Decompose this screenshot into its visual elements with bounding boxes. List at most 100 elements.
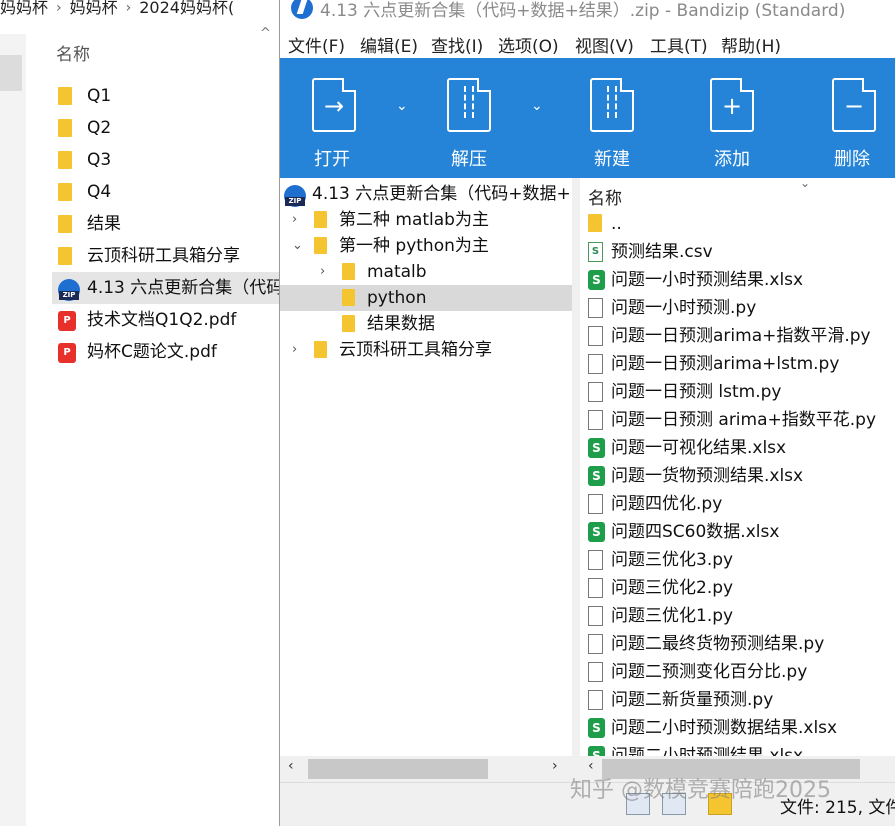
folder-icon bbox=[342, 263, 355, 280]
file-list-item[interactable]: 问题三优化2.py bbox=[580, 574, 895, 602]
open-button[interactable]: → 打开 ⌄ bbox=[300, 58, 410, 178]
file-list-item[interactable]: S 问题四SC60数据.xlsx bbox=[580, 518, 895, 546]
folder-icon bbox=[58, 87, 72, 105]
menu-help[interactable]: 帮助(H) bbox=[721, 32, 781, 57]
file-name-label: 问题二新货量预测.py bbox=[611, 690, 774, 710]
explorer-list-item[interactable]: Q3 bbox=[52, 144, 280, 176]
file-name-label: 问题一日预测arima+lstm.py bbox=[611, 354, 840, 374]
tree-node[interactable]: › 第二种 matlab为主 bbox=[280, 207, 572, 233]
column-header-name[interactable]: 名称 bbox=[56, 40, 90, 65]
tree-node[interactable]: › 云顶科研工具箱分享 bbox=[280, 337, 572, 363]
file-name-label: 问题二预测变化百分比.py bbox=[611, 662, 808, 682]
zip-archive-icon bbox=[284, 185, 306, 207]
explorer-list-item[interactable]: 云顶科研工具箱分享 bbox=[52, 240, 280, 272]
menu-find[interactable]: 查找(I) bbox=[431, 32, 483, 57]
breadcrumb-item[interactable]: 妈妈杯 bbox=[0, 0, 48, 16]
extract-button[interactable]: 解压 ⌄ bbox=[435, 58, 545, 178]
file-list-item[interactable]: S 问题一货物预测结果.xlsx bbox=[580, 462, 895, 490]
tree-node[interactable]: python bbox=[280, 285, 572, 311]
watermark-text: 知乎 @数模竞赛陪跑2025 bbox=[570, 778, 831, 803]
explorer-item-label: Q3 bbox=[87, 150, 112, 170]
file-list-item[interactable]: S 问题一可视化结果.xlsx bbox=[580, 434, 895, 462]
folder-icon bbox=[588, 214, 602, 232]
add-file-icon: + bbox=[710, 78, 754, 132]
file-name-label: 问题一小时预测.py bbox=[611, 298, 757, 318]
tree-node[interactable]: › matalb bbox=[280, 259, 572, 285]
explorer-list-item[interactable]: 结果 bbox=[52, 208, 280, 240]
folder-icon bbox=[314, 341, 327, 358]
chevron-right-icon[interactable]: › bbox=[292, 207, 297, 233]
add-button[interactable]: + 添加 bbox=[706, 58, 776, 178]
file-list-item[interactable]: 问题三优化3.py bbox=[580, 546, 895, 574]
menu-tools[interactable]: 工具(T) bbox=[650, 32, 708, 57]
scroll-right-icon[interactable]: › bbox=[552, 758, 558, 774]
file-list-item[interactable]: 问题一日预测arima+指数平滑.py bbox=[580, 322, 895, 350]
pdf-file-icon: P bbox=[58, 343, 76, 363]
file-list-item[interactable]: 问题二预测变化百分比.py bbox=[580, 658, 895, 686]
menu-options[interactable]: 选项(O) bbox=[498, 32, 559, 57]
explorer-list-item[interactable]: Q1 bbox=[52, 80, 280, 112]
title-bar[interactable]: 4.13 六点更新合集（代码+数据+结果）.zip - Bandizip (St… bbox=[280, 0, 895, 22]
folder-tree-pane: 4.13 六点更新合集（代码+数据+ › 第二种 matlab为主 ⌄ 第一种 pyth… bbox=[280, 178, 572, 760]
file-list-item[interactable]: 问题一日预测 lstm.py bbox=[580, 378, 895, 406]
breadcrumb-item[interactable]: 2024妈妈杯( bbox=[139, 0, 234, 16]
menu-edit[interactable]: 编辑(E) bbox=[360, 32, 418, 57]
tree-horizontal-scrollbar[interactable]: ‹ › bbox=[280, 756, 572, 782]
file-list-item[interactable]: 问题一日预测arima+lstm.py bbox=[580, 350, 895, 378]
new-archive-button[interactable]: 新建 bbox=[586, 58, 656, 178]
chevron-right-icon[interactable]: › bbox=[292, 337, 297, 363]
folder-icon bbox=[58, 247, 72, 265]
scroll-left-icon[interactable]: ‹ bbox=[288, 758, 294, 774]
file-list-item[interactable]: S 问题一小时预测结果.xlsx bbox=[580, 266, 895, 294]
file-list-item[interactable]: S 问题二小时预测数据结果.xlsx bbox=[580, 714, 895, 742]
list-column-header-name[interactable]: 名称 bbox=[588, 184, 622, 209]
file-list-item[interactable]: 问题三优化1.py bbox=[580, 602, 895, 630]
python-file-icon bbox=[588, 354, 603, 374]
excel-file-icon: S bbox=[588, 466, 605, 486]
file-list-item[interactable]: .. bbox=[580, 210, 895, 238]
chevron-right-icon: › bbox=[56, 0, 62, 16]
python-file-icon bbox=[588, 690, 603, 710]
file-name-label: 问题一日预测arima+指数平滑.py bbox=[611, 326, 871, 346]
delete-button[interactable]: − 删除 bbox=[828, 58, 895, 178]
tree-node[interactable]: 4.13 六点更新合集（代码+数据+ bbox=[280, 181, 572, 207]
tree-node-label: python bbox=[367, 288, 427, 308]
tree-node-label: 第一种 python为主 bbox=[339, 236, 489, 256]
navigation-selected-item[interactable] bbox=[0, 55, 22, 91]
file-list-item[interactable]: 问题一小时预测.py bbox=[580, 294, 895, 322]
scrollbar-thumb[interactable] bbox=[308, 759, 488, 779]
zip-archive-icon bbox=[58, 279, 80, 301]
file-list-item[interactable]: 问题二新货量预测.py bbox=[580, 686, 895, 714]
explorer-item-label: 结果 bbox=[87, 214, 121, 234]
menu-file[interactable]: 文件(F) bbox=[288, 32, 345, 57]
tree-node[interactable]: 结果数据 bbox=[280, 311, 572, 337]
tree-node[interactable]: ⌄ 第一种 python为主 bbox=[280, 233, 572, 259]
explorer-list-item[interactable]: P 技术文档Q1Q2.pdf bbox=[52, 304, 280, 336]
explorer-file-list: Q1 Q2 Q3 Q4 结果云顶科研工具箱分享 4.13 六点更新合集（代码 P 技术文档Q1… bbox=[52, 80, 280, 368]
extract-dropdown-icon[interactable]: ⌄ bbox=[531, 98, 543, 114]
extract-zip-icon bbox=[447, 78, 491, 132]
file-list-item[interactable]: S 预测结果.csv bbox=[580, 238, 895, 266]
breadcrumb-item[interactable]: 妈妈杯 bbox=[70, 0, 118, 16]
open-dropdown-icon[interactable]: ⌄ bbox=[396, 98, 408, 114]
chevron-right-icon[interactable]: › bbox=[320, 259, 325, 285]
menu-view[interactable]: 视图(V) bbox=[575, 32, 634, 57]
explorer-list-item[interactable]: Q2 bbox=[52, 112, 280, 144]
file-name-label: 问题三优化3.py bbox=[611, 550, 734, 570]
explorer-list-item[interactable]: P 妈杯C题论文.pdf bbox=[52, 336, 280, 368]
explorer-item-label: Q4 bbox=[87, 182, 112, 202]
file-list-item[interactable]: 问题一日预测 arima+指数平花.py bbox=[580, 406, 895, 434]
explorer-list-item[interactable]: 4.13 六点更新合集（代码 bbox=[52, 272, 280, 304]
chevron-down-icon[interactable]: ⌄ bbox=[292, 233, 303, 259]
python-file-icon bbox=[588, 662, 603, 682]
file-name-label: 问题三优化2.py bbox=[611, 578, 734, 598]
explorer-list-item[interactable]: Q4 bbox=[52, 176, 280, 208]
breadcrumb[interactable]: 妈妈杯 › 妈妈杯 › 2024妈妈杯( bbox=[0, 0, 290, 18]
file-list-item[interactable]: 问题四优化.py bbox=[580, 490, 895, 518]
add-button-label: 添加 bbox=[714, 149, 750, 170]
tree-node-label: 云顶科研工具箱分享 bbox=[339, 340, 492, 360]
file-name-label: 问题一货物预测结果.xlsx bbox=[611, 466, 804, 486]
folder-icon bbox=[58, 215, 72, 233]
file-list-item[interactable]: 问题二最终货物预测结果.py bbox=[580, 630, 895, 658]
pane-splitter[interactable] bbox=[572, 178, 580, 782]
